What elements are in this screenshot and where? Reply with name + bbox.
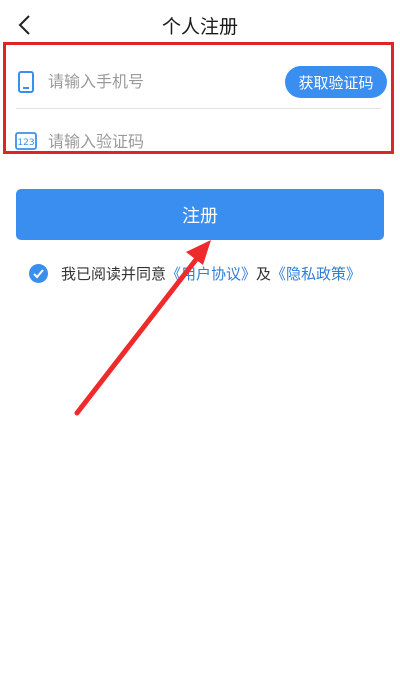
agreement-prefix: 我已阅读并同意 (61, 264, 167, 283)
code-input[interactable] (46, 124, 280, 159)
divider (16, 108, 381, 109)
code-row: 123 (6, 115, 391, 168)
numeric-code-icon: 123 (14, 130, 38, 154)
back-button[interactable] (12, 8, 40, 42)
chevron-left-icon (18, 15, 30, 35)
user-agreement-link[interactable]: 《用户协议》 (166, 263, 256, 284)
agreement-conjunction: 及 (256, 264, 272, 283)
page-title: 个人注册 (161, 16, 238, 38)
privacy-policy-link[interactable]: 《隐私政策》 (271, 263, 361, 284)
phone-row: 获取验证码 (6, 55, 391, 108)
code-icon-text: 123 (17, 138, 34, 148)
phone-form: 获取验证码 123 (3, 42, 394, 159)
get-code-button[interactable]: 获取验证码 (285, 66, 387, 98)
agreement-row: 我已阅读并同意 《用户协议》 及 《隐私政策》 (29, 262, 361, 284)
phone-icon (14, 70, 38, 94)
register-page: 个人注册 获取验证码 123 注册 (0, 0, 400, 684)
check-circle-icon[interactable] (29, 263, 48, 283)
register-button[interactable]: 注册 (16, 189, 384, 240)
phone-input[interactable] (46, 64, 280, 99)
